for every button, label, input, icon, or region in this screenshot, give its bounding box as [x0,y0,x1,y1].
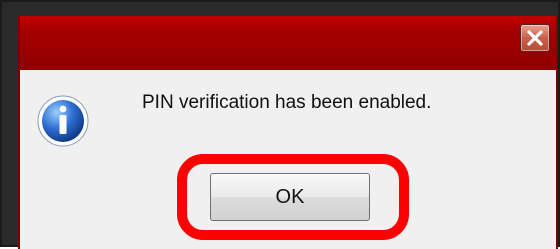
dialog-message: PIN verification has been enabled. [142,92,432,113]
dialog-titlebar [20,16,556,70]
ok-button[interactable]: OK [210,173,370,221]
close-button[interactable] [520,24,550,52]
close-icon [527,30,543,46]
screenshot-frame: PIN verification has been enabled. OK [0,0,560,249]
info-icon [37,95,89,147]
message-dialog: PIN verification has been enabled. OK [18,16,558,249]
